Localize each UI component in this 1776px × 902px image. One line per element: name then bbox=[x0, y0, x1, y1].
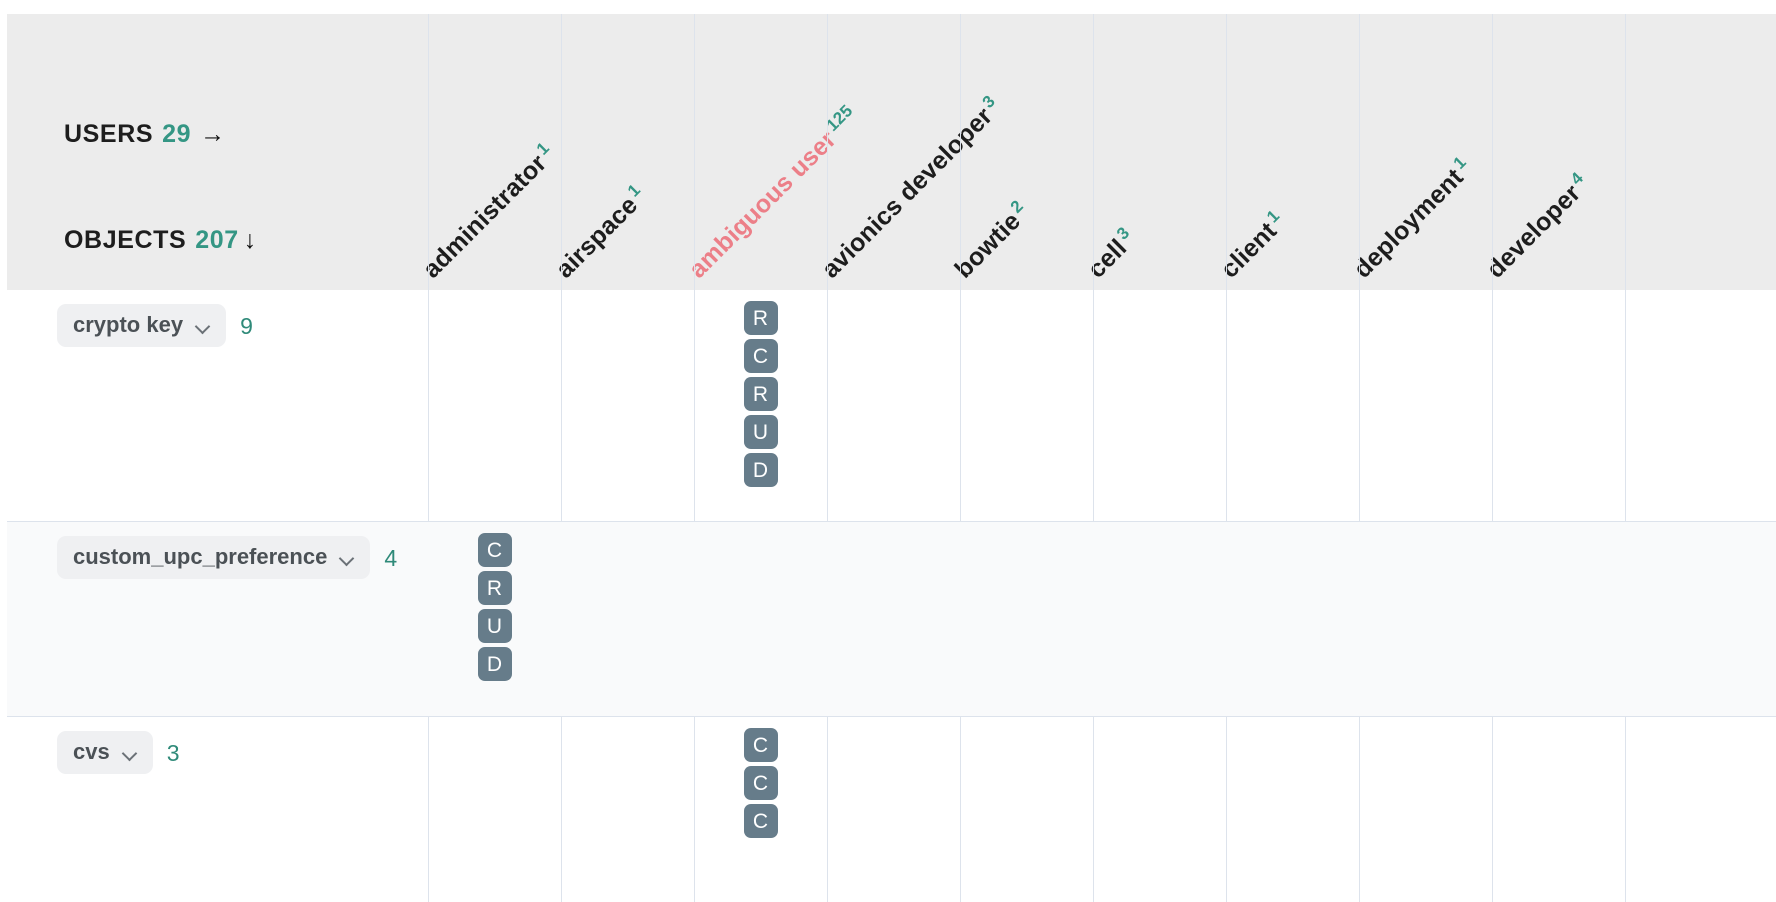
permission-badge[interactable]: C bbox=[477, 533, 512, 567]
matrix-body: crypto key 9 R C R U Dcustom_upc_preference 4 C R… bbox=[7, 290, 1776, 902]
matrix-cell[interactable] bbox=[561, 522, 694, 716]
table-row: crypto key 9 R C R U D bbox=[7, 290, 1776, 522]
column-header-administrator[interactable]: administrator1 bbox=[416, 138, 562, 284]
matrix-cell[interactable]: CCC bbox=[694, 717, 827, 902]
matrix-cell[interactable] bbox=[827, 717, 960, 902]
row-count: 3 bbox=[166, 740, 180, 766]
table-row: custom_upc_preference 4 C R U D bbox=[7, 522, 1776, 717]
matrix-cell[interactable] bbox=[1226, 522, 1359, 716]
matrix-header: USERS 29 → OBJECTS 207 ↓ administrator1 a… bbox=[7, 14, 1776, 290]
row-count: 9 bbox=[240, 313, 253, 339]
column-header-label: deployment bbox=[1348, 162, 1469, 284]
row-label-cell: cvs 3 bbox=[7, 717, 428, 902]
matrix-cell[interactable] bbox=[1093, 522, 1226, 716]
matrix-cell[interactable] bbox=[1226, 717, 1359, 902]
column-header-label: airspace bbox=[550, 190, 644, 284]
permission-badge[interactable]: C bbox=[743, 728, 778, 762]
permission-matrix: USERS 29 → OBJECTS 207 ↓ administrator1 a… bbox=[0, 0, 1776, 902]
matrix-cell[interactable] bbox=[561, 290, 694, 521]
matrix-cell[interactable] bbox=[1226, 290, 1359, 521]
matrix-cell[interactable] bbox=[561, 717, 694, 902]
matrix-cell[interactable] bbox=[960, 522, 1093, 716]
arrow-down-icon: ↓ bbox=[243, 226, 257, 254]
matrix-cell[interactable]: RCRUD bbox=[694, 290, 827, 521]
row-label-cell: crypto key 9 bbox=[7, 290, 428, 521]
chevron-down-icon bbox=[196, 321, 210, 330]
row-object-selector[interactable]: custom_upc_preference bbox=[57, 536, 371, 580]
permission-badge[interactable]: C bbox=[743, 804, 778, 838]
permission-badge[interactable]: R bbox=[477, 571, 512, 605]
matrix-cell[interactable] bbox=[960, 717, 1093, 902]
axis-summary-corner: USERS 29 → OBJECTS 207 ↓ bbox=[7, 14, 428, 290]
column-header-cell[interactable]: cell3 bbox=[1081, 223, 1142, 284]
chevron-down-icon bbox=[123, 748, 137, 757]
arrow-right-icon: → bbox=[200, 120, 226, 148]
matrix-cell[interactable] bbox=[1492, 717, 1625, 902]
matrix-cell[interactable] bbox=[1492, 290, 1625, 521]
row-object-label: custom_upc_preference bbox=[73, 544, 328, 569]
matrix-cell[interactable] bbox=[960, 290, 1093, 521]
row-object-label: crypto key bbox=[73, 312, 184, 337]
permission-badge[interactable]: R bbox=[743, 301, 778, 335]
column-header-bowtie[interactable]: bowtie2 bbox=[948, 196, 1036, 284]
users-count: 29 bbox=[162, 120, 192, 148]
matrix-cell[interactable] bbox=[1359, 290, 1492, 521]
users-axis-label: USERS bbox=[64, 120, 154, 148]
row-label-cell: custom_upc_preference 4 bbox=[7, 522, 428, 716]
matrix-cell[interactable] bbox=[428, 290, 561, 521]
row-object-selector[interactable]: cvs bbox=[57, 731, 153, 775]
objects-count: 207 bbox=[195, 226, 239, 254]
matrix-cell[interactable] bbox=[827, 290, 960, 521]
objects-axis-label: OBJECTS bbox=[64, 226, 187, 254]
matrix-cell[interactable] bbox=[827, 522, 960, 716]
permission-badge[interactable]: D bbox=[477, 647, 512, 681]
table-row: cvs 3 C C C bbox=[7, 717, 1776, 902]
objects-axis-summary[interactable]: OBJECTS 207 ↓ bbox=[64, 226, 257, 255]
matrix-cell[interactable] bbox=[694, 522, 827, 716]
matrix-cell[interactable] bbox=[1093, 290, 1226, 521]
column-header-label: administrator bbox=[417, 148, 553, 284]
permission-badge[interactable]: C bbox=[743, 339, 778, 373]
permission-badge[interactable]: U bbox=[477, 609, 512, 643]
matrix-cell[interactable] bbox=[1359, 717, 1492, 902]
users-axis-summary[interactable]: USERS 29 → bbox=[64, 120, 226, 149]
permission-badge[interactable]: C bbox=[743, 766, 778, 800]
matrix-cell[interactable] bbox=[1359, 522, 1492, 716]
matrix-cell[interactable]: CRUD bbox=[428, 522, 561, 716]
row-object-label: cvs bbox=[73, 739, 110, 764]
matrix-cell[interactable] bbox=[428, 717, 561, 902]
row-count: 4 bbox=[384, 545, 398, 571]
matrix-cell[interactable] bbox=[1093, 717, 1226, 902]
row-object-selector[interactable]: crypto key bbox=[57, 304, 227, 348]
matrix-cell[interactable] bbox=[1492, 522, 1625, 716]
column-header-label: developer bbox=[1481, 178, 1587, 284]
column-header-airspace[interactable]: airspace1 bbox=[549, 180, 653, 284]
chevron-down-icon bbox=[340, 553, 354, 562]
permission-badge[interactable]: R bbox=[743, 377, 778, 411]
permission-badge[interactable]: D bbox=[743, 453, 778, 487]
permission-badge[interactable]: U bbox=[743, 415, 778, 449]
column-header-deployment[interactable]: deployment1 bbox=[1347, 152, 1479, 284]
column-header-developer[interactable]: developer4 bbox=[1480, 168, 1596, 284]
